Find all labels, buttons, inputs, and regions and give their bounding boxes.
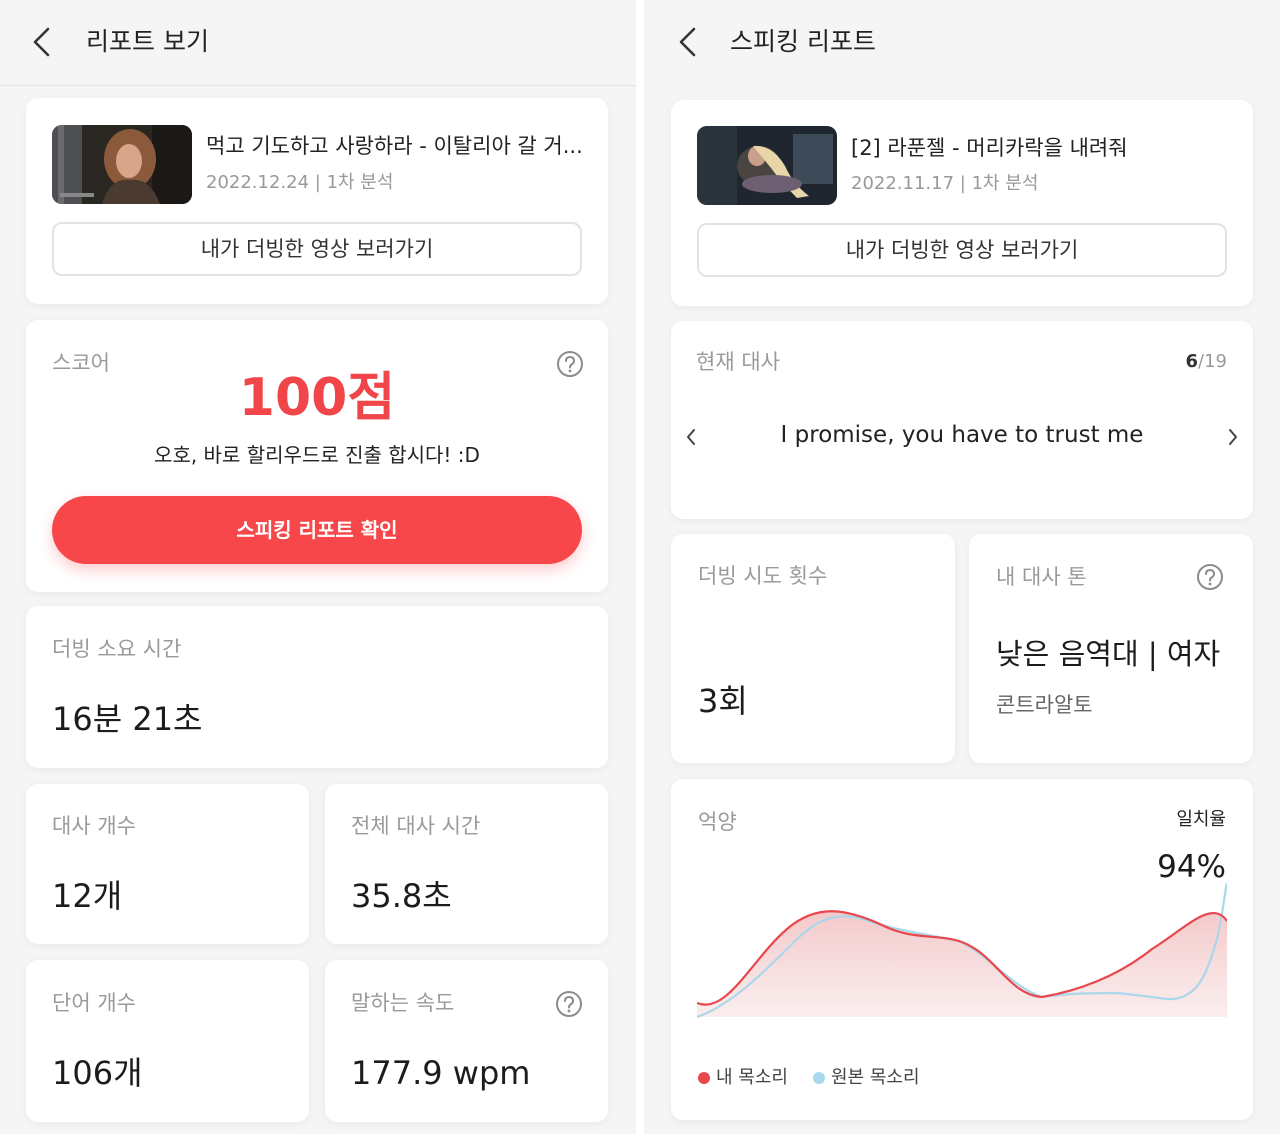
line-count-value: 12개: [52, 877, 123, 915]
speaking-speed-value: 177.9 wpm: [351, 1054, 531, 1092]
video-thumbnail[interactable]: [697, 126, 837, 205]
chevron-left-icon[interactable]: [683, 425, 699, 449]
video-card: 먹고 기도하고 사랑하라 - 이탈리아 갈 거... 2022.12.24 | …: [26, 98, 608, 304]
movie-thumbnail-image: [697, 126, 837, 205]
legend-my-voice: 내 목소리: [698, 1065, 788, 1091]
voice-tone-sub: 콘트라알토: [996, 693, 1093, 717]
word-count-card: 단어 개수 106개: [26, 960, 309, 1122]
intonation-label: 억양: [698, 810, 737, 834]
page-title: 리포트 보기: [86, 27, 209, 56]
help-icon[interactable]: [555, 990, 583, 1018]
video-meta: 2022.12.24 | 1차 분석: [206, 172, 394, 193]
dubbing-attempts-value: 3회: [698, 682, 748, 720]
intonation-card: 억양 일치율 94% 내 목소리 원본 목소리: [671, 779, 1253, 1120]
legend-my-voice-dot: [698, 1072, 710, 1084]
word-count-label: 단어 개수: [52, 991, 136, 1015]
view-my-dub-button[interactable]: 내가 더빙한 영상 보러가기: [697, 223, 1227, 277]
legend-original-voice-label: 원본 목소리: [831, 1067, 920, 1088]
dubbing-attempts-card: 더빙 시도 횟수 3회: [671, 534, 955, 763]
speaking-report-button[interactable]: 스피킹 리포트 확인: [52, 496, 582, 564]
back-arrow-icon[interactable]: [674, 22, 702, 62]
voice-tone-value: 낮은 음역대 | 여자: [996, 637, 1221, 671]
video-title: [2] 라푼젤 - 머리카락을 내려줘: [851, 136, 1128, 160]
line-counter: 6/19: [1186, 349, 1228, 375]
dubbing-time-label: 더빙 소요 시간: [52, 637, 182, 661]
current-line-text: I promise, you have to trust me: [780, 422, 1144, 448]
video-meta: 2022.11.17 | 1차 분석: [851, 173, 1039, 194]
video-thumbnail[interactable]: [52, 125, 192, 204]
header-bar: 리포트 보기: [0, 0, 636, 86]
score-message: 오호, 바로 할리우드로 진출 합시다! :D: [154, 443, 480, 467]
score-card: 스코어 100점 오호, 바로 할리우드로 진출 합시다! :D 스피킹 리포트…: [26, 320, 608, 592]
chevron-right-icon[interactable]: [1225, 425, 1241, 449]
line-count-card: 대사 개수 12개: [26, 784, 309, 944]
intonation-chart: [697, 882, 1227, 1019]
speaking-report-screen: 스피킹 리포트 [2] 라푼젤 - 머리카락을 내려줘 2022.11.17 |…: [644, 0, 1280, 1134]
total-line-time-label: 전체 대사 시간: [351, 814, 481, 838]
view-my-dub-button[interactable]: 내가 더빙한 영상 보러가기: [52, 222, 582, 276]
speaking-speed-card: 말하는 속도 177.9 wpm: [325, 960, 608, 1122]
help-icon[interactable]: [1196, 563, 1224, 591]
legend-my-voice-label: 내 목소리: [716, 1067, 788, 1088]
header-bar: 스피킹 리포트: [644, 0, 1280, 86]
score-value: 100점: [238, 368, 396, 428]
word-count-value: 106개: [52, 1054, 143, 1092]
legend-original-voice-dot: [813, 1072, 825, 1084]
voice-tone-label: 내 대사 톤: [996, 565, 1087, 589]
speaking-speed-label: 말하는 속도: [351, 991, 455, 1015]
dubbing-time-card: 더빙 소요 시간 16분 21초: [26, 606, 608, 768]
total-line-time-value: 35.8초: [351, 877, 452, 915]
my-voice-area: [697, 911, 1227, 1017]
voice-tone-card: 내 대사 톤 낮은 음역대 | 여자 콘트라알토: [969, 534, 1253, 763]
video-title: 먹고 기도하고 사랑하라 - 이탈리아 갈 거...: [206, 134, 583, 158]
match-rate-label: 일치율: [1176, 809, 1226, 830]
line-counter-total: /19: [1198, 351, 1227, 372]
legend-original-voice: 원본 목소리: [813, 1065, 920, 1091]
movie-thumbnail-image: [52, 125, 192, 204]
back-arrow-icon[interactable]: [28, 22, 56, 62]
current-line-label: 현재 대사: [696, 350, 780, 374]
video-card: [2] 라푼젤 - 머리카락을 내려줘 2022.11.17 | 1차 분석 내…: [671, 100, 1253, 306]
current-line-card: 현재 대사 6/19 I promise, you have to trust …: [671, 321, 1253, 519]
report-screen: 리포트 보기 먹고 기도하고 사랑하라 - 이탈리아 갈 거... 2022.1…: [0, 0, 636, 1134]
dubbing-attempts-label: 더빙 시도 횟수: [698, 564, 828, 588]
line-count-label: 대사 개수: [52, 814, 136, 838]
total-line-time-card: 전체 대사 시간 35.8초: [325, 784, 608, 944]
page-title: 스피킹 리포트: [730, 27, 876, 56]
dubbing-time-value: 16분 21초: [52, 700, 203, 738]
line-counter-current: 6: [1185, 351, 1199, 372]
